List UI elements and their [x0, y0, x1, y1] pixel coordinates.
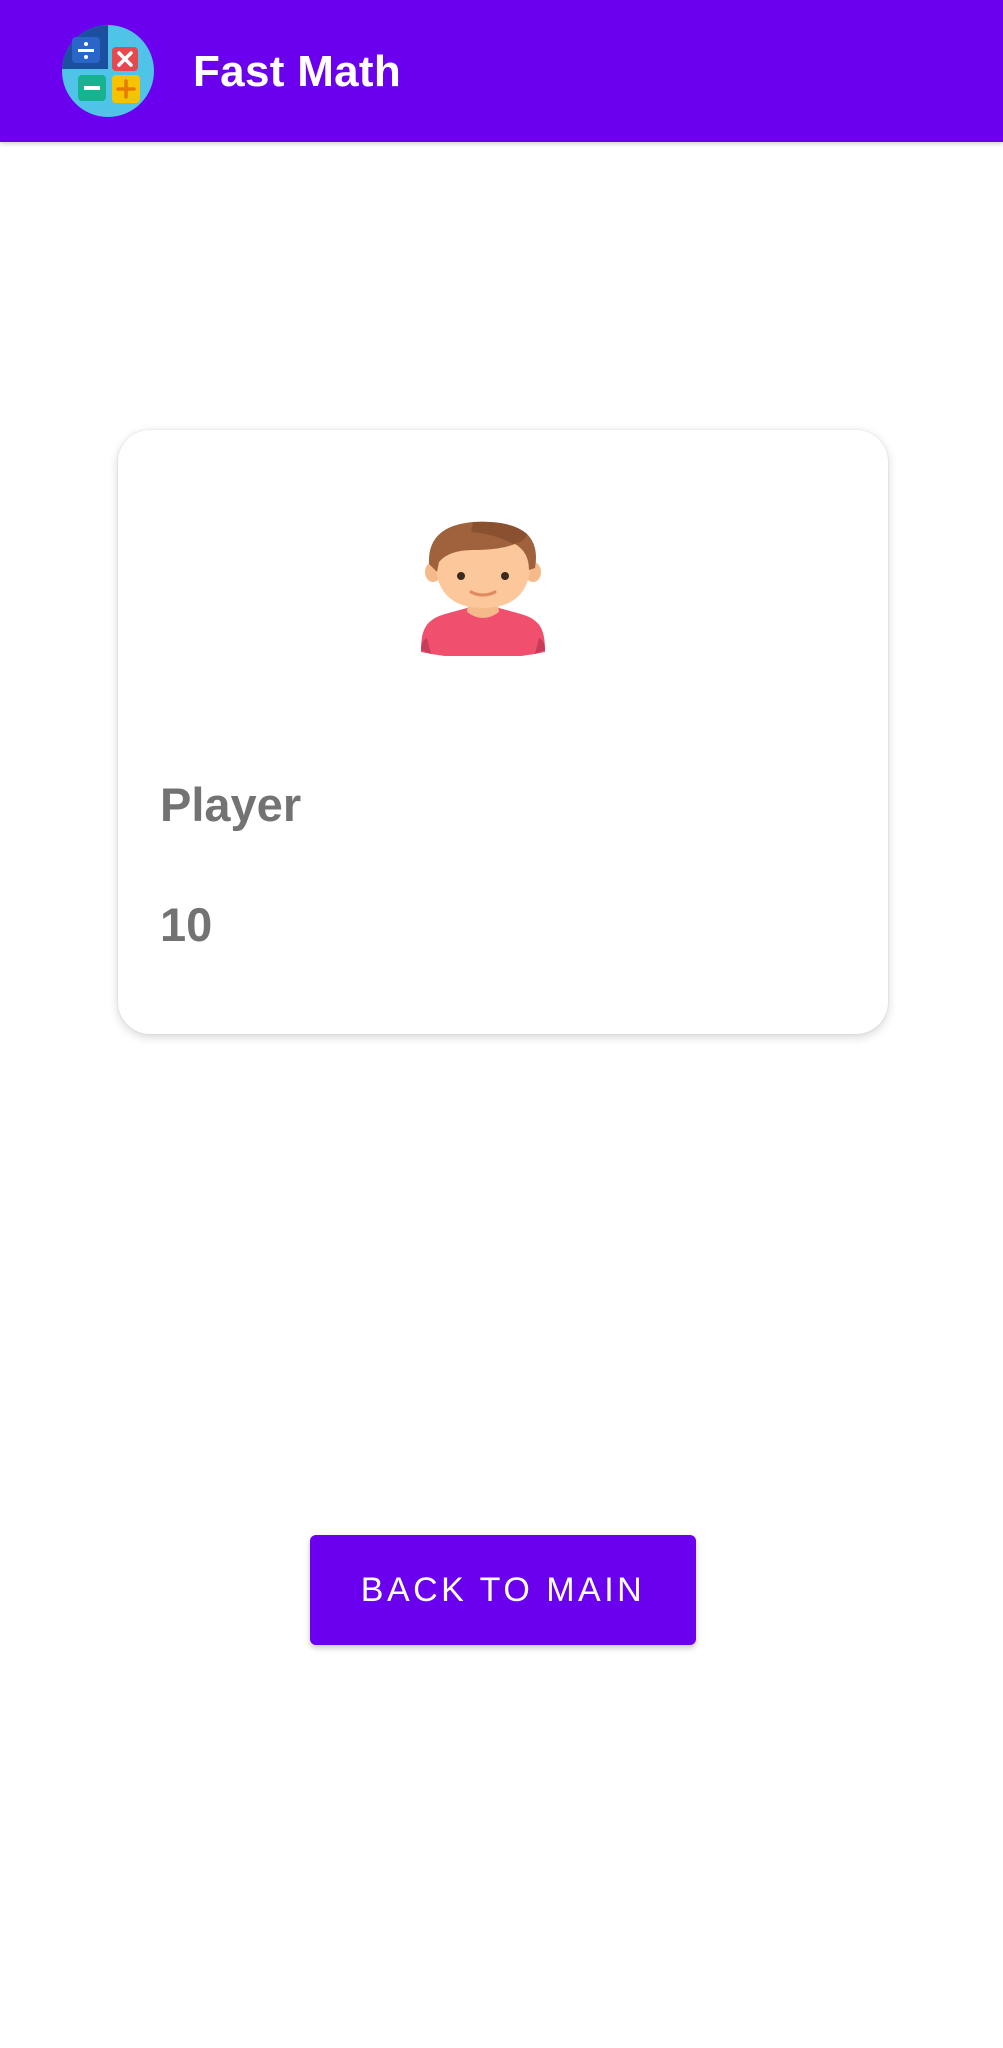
- player-name: Player: [160, 778, 302, 831]
- app-title: Fast Math: [193, 47, 402, 96]
- app-bar: Fast Math: [0, 0, 1003, 142]
- calculator-operations-icon: [62, 25, 154, 117]
- boy-avatar-icon: [421, 521, 545, 656]
- player-score: 10: [160, 898, 213, 951]
- back-to-main-button[interactable]: BACK TO MAIN: [310, 1535, 696, 1645]
- player-card: Player 10: [118, 430, 888, 1034]
